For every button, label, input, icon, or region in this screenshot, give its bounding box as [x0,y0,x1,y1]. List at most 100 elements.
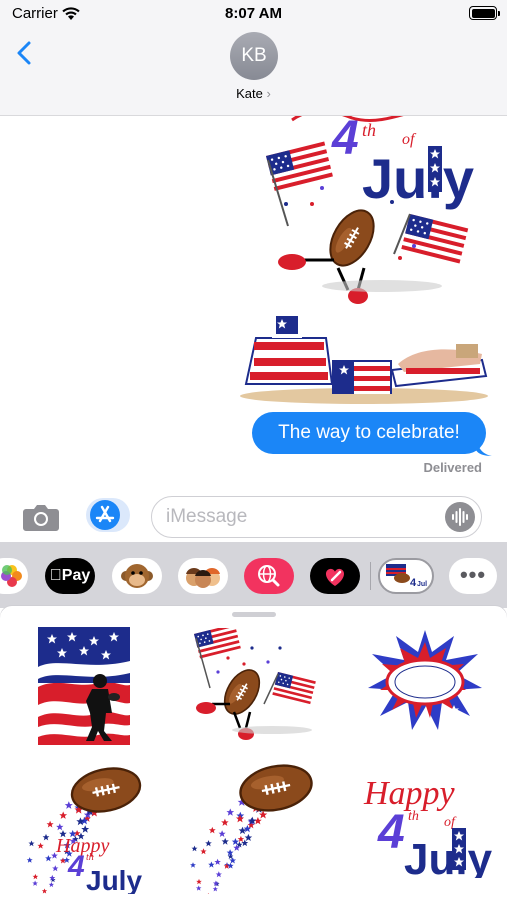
sticker-football-stars[interactable] [188,762,316,894]
status-time: 8:07 AM [225,5,282,22]
trail-star [32,873,39,880]
trail-star [235,814,245,823]
happy-text: Happy [363,775,456,812]
trail-star [214,858,221,865]
contact-name: Kate [236,86,263,101]
trail-star [52,865,59,872]
trail-star [191,845,198,852]
sticker-happy-4th-july[interactable]: Happy 4 th of July [356,770,492,878]
app-store-button[interactable] [86,498,130,532]
trail-star [218,830,226,837]
trail-star [200,848,207,855]
trail-star [195,885,202,891]
trail-star [28,840,35,847]
trail-star [37,842,44,849]
digital-touch-button[interactable] [310,558,360,594]
trail-star [64,801,73,809]
message-input-container[interactable] [151,496,482,538]
input-bar [0,490,507,542]
trail-star [26,857,33,863]
trail-star [190,862,196,868]
trail-star [205,840,212,847]
trail-star [42,833,50,841]
memoji-icon [186,568,220,588]
sticker-football-stars-text[interactable]: Happy 4 th July [26,764,144,894]
apple-pay-button[interactable]: Pay [45,558,95,594]
svg-text:Jul: Jul [417,581,427,588]
trail-star [205,892,211,894]
heart-touch-icon [325,568,345,586]
sticker-flag-player[interactable] [38,627,130,745]
message-thread: 4 th of July The way to celebrate! Deliv… [0,116,507,490]
sticker-th-text: th [86,852,94,863]
trail-star [48,882,55,888]
audio-button[interactable] [445,502,475,532]
apple-pay-label: Pay [55,567,90,584]
memoji-button[interactable] [178,558,228,594]
bubble-tail [476,438,492,456]
delivery-status: Delivered [423,460,482,475]
svg-text:4: 4 [331,116,359,165]
svg-text:of: of [402,131,417,148]
status-bar: Carrier 8:07 AM [0,0,507,28]
sticker-drawer: Happy 4 th July Happy 4 th of July [0,606,507,900]
globe-search-icon [258,565,280,587]
trail-star [208,861,215,868]
svg-text:July: July [362,147,474,210]
trail-star [208,826,216,834]
trail-star [59,811,68,819]
back-button[interactable] [14,38,38,68]
strip-separator [370,562,371,590]
contact-avatar[interactable]: KB [230,32,278,80]
four-text: 4 [377,806,405,859]
message-bubble[interactable]: The way to celebrate! [252,412,486,454]
beach-chairs-sticker[interactable] [236,314,492,406]
trail-star [212,886,218,892]
sticker-star-burst[interactable] [366,628,484,732]
contact-name-row[interactable]: Kate › [0,86,507,101]
sticker-four-text: 4 [67,850,85,883]
animoji-button[interactable] [112,558,162,594]
trail-star [221,837,229,845]
drawer-grabber[interactable] [232,612,276,617]
trail-star [215,871,222,878]
more-icon: ••• [459,562,487,587]
chevron-left-icon [17,41,31,65]
th-text: th [408,809,419,824]
photos-app-button[interactable] [0,558,28,594]
app-strip: Pay [0,542,507,608]
more-apps-button[interactable]: ••• [449,558,497,594]
audio-waveform-icon [452,508,468,526]
monkey-icon [121,564,153,588]
svg-text:th: th [362,120,376,140]
apple-icon:  [50,567,62,584]
camera-button[interactable] [22,502,60,532]
camera-icon [23,505,59,531]
trail-star [226,808,235,816]
trail-star [56,823,64,831]
sticker-pack-icon: 4 Jul [386,564,427,589]
trail-star [32,880,38,886]
sticker-dancing-football[interactable] [188,628,318,744]
chevron-right-icon: › [266,86,271,101]
trail-star [45,855,52,862]
conversation-header: KB Kate › [0,28,507,116]
trail-star [229,857,237,864]
sticker-pack-button[interactable]: 4 Jul [378,558,434,594]
happy-4th-july-sticker[interactable]: 4 th of July [252,116,492,318]
trail-star [196,878,202,885]
svg-text:4: 4 [410,577,417,589]
trail-star [81,825,90,833]
of-text: of [444,815,457,830]
sticker-july-text: July [86,865,142,894]
trail-star [46,820,54,828]
trail-star [244,833,253,841]
trail-star [237,835,245,843]
web-images-button[interactable] [244,558,294,594]
message-input[interactable] [166,505,426,529]
trail-star [221,818,229,826]
trail-star [41,888,48,894]
app-store-icon [90,500,120,530]
battery-icon [469,6,500,20]
photos-icon [1,565,22,587]
